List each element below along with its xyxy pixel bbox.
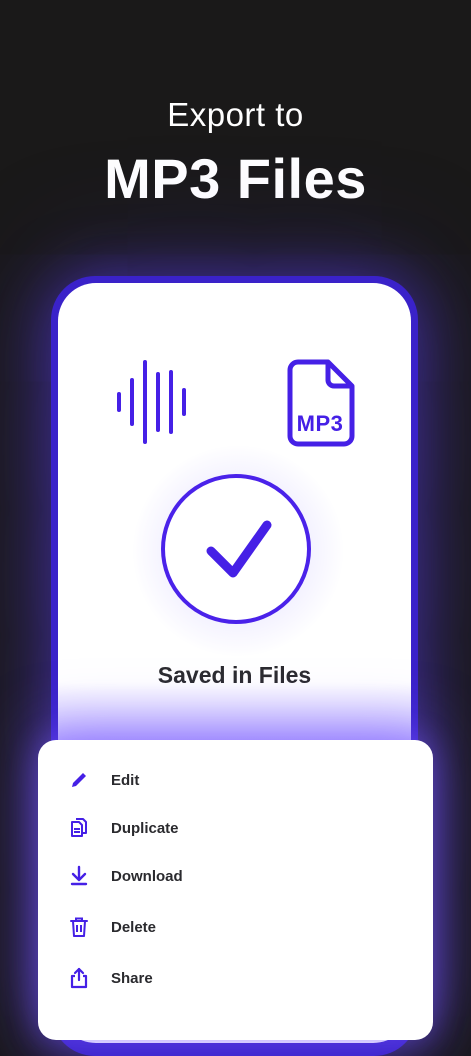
saved-status-text: Saved in Files [157, 662, 312, 688]
audio-waveform-icon [117, 360, 186, 444]
menu-item-download[interactable]: Download [68, 861, 398, 891]
menu-label-edit: Edit [111, 771, 140, 789]
menu-label-duplicate: Duplicate [111, 819, 179, 837]
share-icon [68, 967, 90, 989]
mp3-badge-label: MP3 [296, 411, 344, 436]
menu-label-download: Download [111, 867, 183, 885]
menu-item-share[interactable]: Share [68, 963, 398, 993]
menu-label-share: Share [111, 969, 153, 987]
menu-item-delete[interactable]: Delete [68, 912, 398, 942]
duplicate-icon [68, 817, 90, 839]
headline-export-to: Export to [167, 96, 304, 133]
headline-mp3-files: MP3 Files [104, 147, 367, 210]
menu-item-edit[interactable]: Edit [68, 765, 398, 795]
menu-label-delete: Delete [111, 918, 157, 936]
pencil-icon [68, 769, 90, 791]
menu-item-duplicate[interactable]: Duplicate [68, 813, 398, 843]
download-icon [68, 865, 90, 887]
trash-icon [68, 916, 90, 938]
checkmark-icon [206, 520, 272, 578]
